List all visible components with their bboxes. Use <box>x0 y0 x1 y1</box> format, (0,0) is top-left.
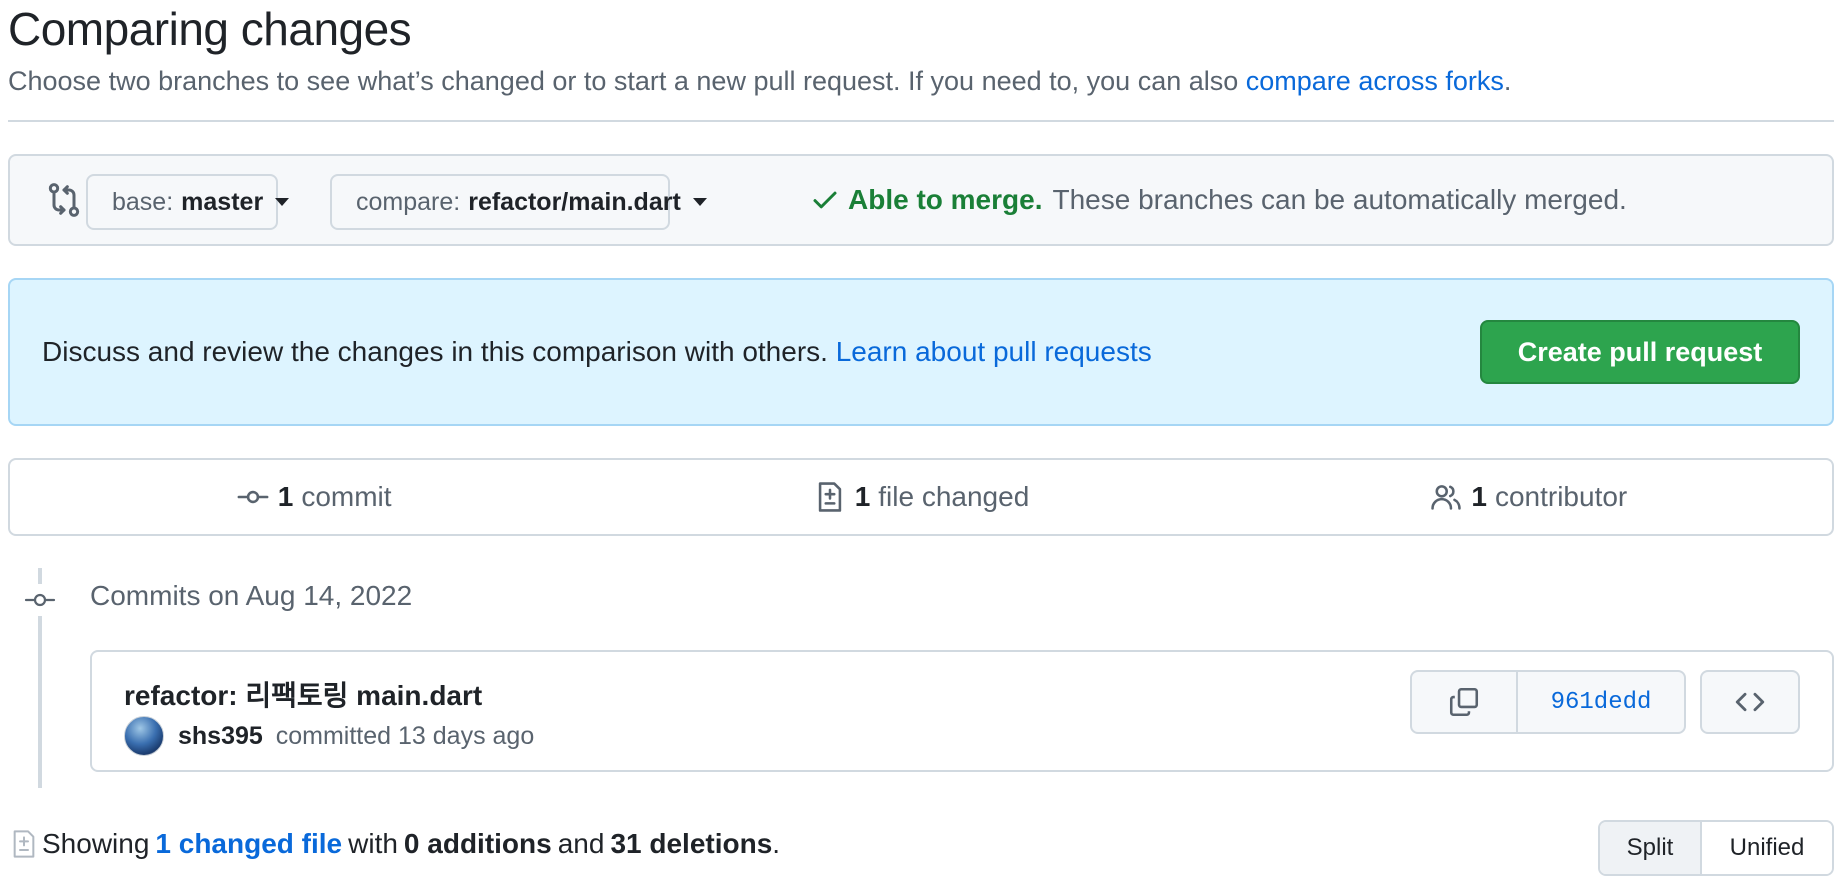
merge-ok-label: Able to merge. <box>848 184 1043 215</box>
merge-description: These branches can be automatically merg… <box>1052 184 1627 215</box>
commit-message-link[interactable]: refactor: 리팩토링 main.dart <box>124 674 482 714</box>
create-pull-request-button[interactable]: Create pull request <box>1480 320 1800 384</box>
discuss-text: Discuss and review the changes in this c… <box>42 336 1152 368</box>
base-branch-button[interactable]: base: master <box>86 174 290 230</box>
commit-list-item: refactor: 리팩토링 main.dart shs395 committe… <box>90 650 1834 772</box>
check-icon <box>813 191 837 209</box>
compare-branch-button[interactable]: compare: refactor/main.dart <box>330 174 707 230</box>
commits-label: commit <box>301 481 392 512</box>
file-diff-icon <box>818 482 841 512</box>
diffstat-summary: Showing 1 changed file with 0 additions … <box>8 828 780 860</box>
contributors-label: contributor <box>1494 481 1628 512</box>
compare-across-forks-link[interactable]: compare across forks <box>1246 66 1504 96</box>
browse-code-button[interactable] <box>1700 670 1800 734</box>
page-title: Comparing changes <box>8 3 412 55</box>
chevron-down-icon <box>275 198 290 206</box>
commits-date-header: Commits on Aug 14, 2022 <box>90 580 413 611</box>
diff-view-toggle: Split Unified <box>1598 820 1834 876</box>
copy-icon <box>1449 687 1479 717</box>
diffstat-end: . <box>772 828 781 859</box>
commits-count: 1 <box>277 481 294 512</box>
avatar[interactable] <box>124 716 164 756</box>
commit-author-link[interactable]: shs395 <box>178 722 263 750</box>
git-compare-icon <box>48 183 80 217</box>
split-view-button[interactable]: Split <box>1600 822 1702 874</box>
files-summary[interactable]: 1 file changed <box>617 460 1224 534</box>
contributors-summary[interactable]: 1 contributor <box>1225 460 1832 534</box>
showing-label: Showing <box>42 828 150 859</box>
commits-summary[interactable]: 1 commit <box>10 460 617 534</box>
unified-view-button[interactable]: Unified <box>1702 822 1832 874</box>
git-commit-icon <box>237 490 269 504</box>
files-label: file changed <box>878 481 1030 512</box>
commit-sha-link[interactable]: 961dedd <box>1518 672 1684 732</box>
chevron-down-icon <box>692 198 707 206</box>
and-label: and <box>557 828 605 859</box>
merge-status: Able to merge. These branches can be aut… <box>810 184 1627 216</box>
base-prefix: base: <box>112 187 174 216</box>
with-label: with <box>348 828 398 859</box>
additions-count: 0 additions <box>403 828 552 859</box>
discuss-message: Discuss and review the changes in this c… <box>42 336 836 367</box>
subtitle-text: Choose two branches to see what’s change… <box>8 66 1246 96</box>
people-icon <box>1431 485 1462 510</box>
compare-prefix: compare: <box>356 187 461 216</box>
range-editor: base: master compare: refactor/main.dart… <box>8 154 1834 246</box>
learn-about-pull-requests-link[interactable]: Learn about pull requests <box>836 336 1152 367</box>
commit-meta: shs395 committed 13 days ago <box>178 722 534 751</box>
commit-time: committed 13 days ago <box>275 722 535 750</box>
commit-sha-group: 961dedd <box>1410 670 1686 734</box>
file-diff-icon <box>13 830 35 858</box>
code-icon <box>1735 692 1765 712</box>
base-branch-name: master <box>181 187 264 216</box>
changed-files-link[interactable]: 1 changed file <box>155 828 342 860</box>
page-subtitle: Choose two branches to see what’s change… <box>8 66 1511 97</box>
header-divider <box>8 120 1834 122</box>
git-commit-icon <box>24 584 56 616</box>
compare-branch-name: refactor/main.dart <box>468 187 681 216</box>
contributors-count: 1 <box>1471 481 1487 512</box>
copy-sha-button[interactable] <box>1412 672 1518 732</box>
discuss-banner: Discuss and review the changes in this c… <box>8 278 1834 426</box>
deletions-count: 31 deletions <box>610 828 773 859</box>
subtitle-end: . <box>1503 66 1512 96</box>
files-count: 1 <box>854 481 871 512</box>
numbers-summary: 1 commit 1 file changed 1 contributor <box>8 458 1834 536</box>
